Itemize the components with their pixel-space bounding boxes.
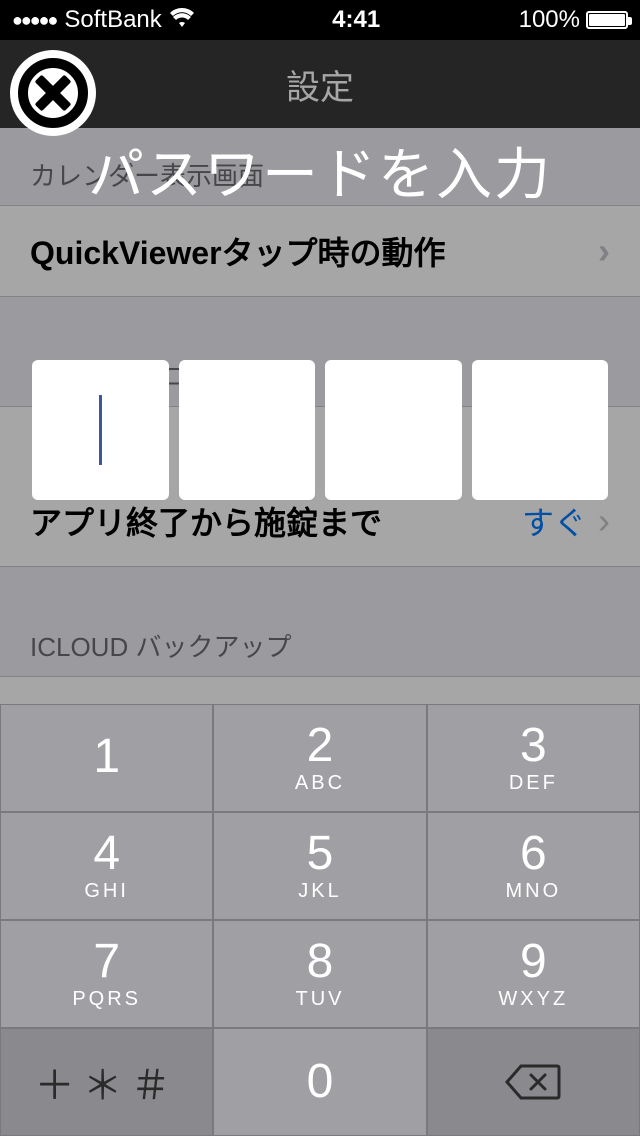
wifi-icon — [170, 7, 194, 33]
key-symbols[interactable]: ＋＊＃ — [0, 1028, 213, 1136]
key-9[interactable]: 9WXYZ — [427, 920, 640, 1028]
status-left: ●●●●● SoftBank — [12, 6, 194, 34]
key-backspace[interactable] — [427, 1028, 640, 1136]
key-5[interactable]: 5JKL — [213, 812, 426, 920]
cursor-icon — [99, 395, 102, 465]
passcode-digit-3 — [325, 360, 462, 500]
battery-icon — [586, 11, 628, 29]
signal-dots-icon: ●●●●● — [12, 10, 56, 31]
key-4[interactable]: 4GHI — [0, 812, 213, 920]
battery-percent: 100% — [519, 6, 580, 34]
key-3[interactable]: 3DEF — [427, 704, 640, 812]
passcode-digit-4 — [472, 360, 609, 500]
key-8[interactable]: 8TUV — [213, 920, 426, 1028]
close-icon — [18, 58, 88, 128]
status-bar: ●●●●● SoftBank 4:41 100% — [0, 0, 640, 40]
passcode-digit-2 — [179, 360, 316, 500]
close-button[interactable] — [10, 50, 96, 136]
passcode-digit-1 — [32, 360, 169, 500]
passcode-title: パスワードを入力 — [0, 130, 640, 211]
key-0[interactable]: 0 — [213, 1028, 426, 1136]
numeric-keypad: 1 2ABC 3DEF 4GHI 5JKL 6MNO 7PQRS 8TUV 9W… — [0, 704, 640, 1136]
status-time: 4:41 — [332, 6, 380, 34]
key-2[interactable]: 2ABC — [213, 704, 426, 812]
key-7[interactable]: 7PQRS — [0, 920, 213, 1028]
key-1[interactable]: 1 — [0, 704, 213, 812]
passcode-input[interactable] — [32, 360, 608, 500]
backspace-icon — [505, 1062, 561, 1102]
key-6[interactable]: 6MNO — [427, 812, 640, 920]
carrier-label: SoftBank — [64, 6, 161, 34]
status-right: 100% — [519, 6, 628, 34]
